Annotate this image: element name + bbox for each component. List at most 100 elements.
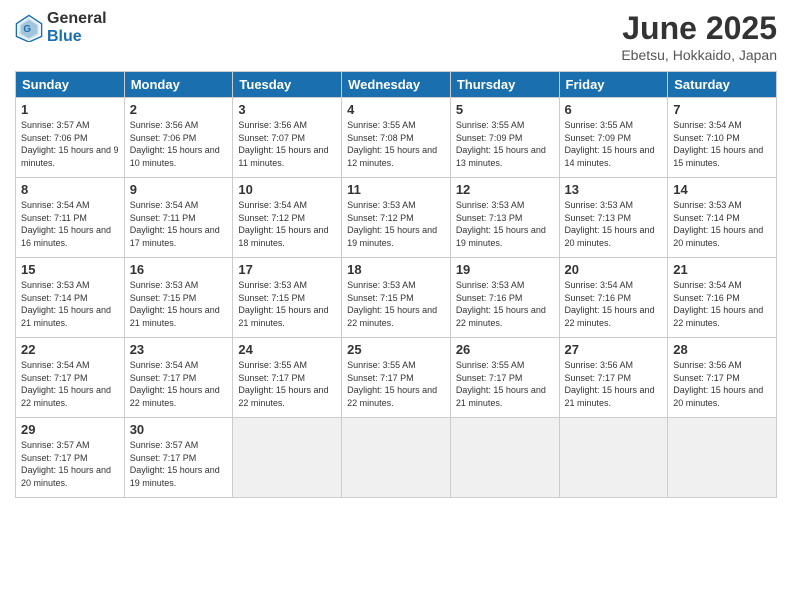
day-cell: 1 Sunrise: 3:57 AMSunset: 7:06 PMDayligh… [16,98,125,178]
day-number: 7 [673,102,771,117]
day-number: 9 [130,182,228,197]
day-info: Sunrise: 3:54 AMSunset: 7:11 PMDaylight:… [130,199,228,249]
day-cell: 25 Sunrise: 3:55 AMSunset: 7:17 PMDaylig… [342,338,451,418]
day-number: 14 [673,182,771,197]
day-info: Sunrise: 3:53 AMSunset: 7:16 PMDaylight:… [456,279,554,329]
day-info: Sunrise: 3:55 AMSunset: 7:17 PMDaylight:… [238,359,336,409]
day-info: Sunrise: 3:53 AMSunset: 7:15 PMDaylight:… [130,279,228,329]
day-info: Sunrise: 3:53 AMSunset: 7:13 PMDaylight:… [565,199,663,249]
logo: G General Blue [15,10,107,46]
day-info: Sunrise: 3:55 AMSunset: 7:17 PMDaylight:… [456,359,554,409]
day-cell: 17 Sunrise: 3:53 AMSunset: 7:15 PMDaylig… [233,258,342,338]
day-info: Sunrise: 3:56 AMSunset: 7:17 PMDaylight:… [673,359,771,409]
day-info: Sunrise: 3:53 AMSunset: 7:14 PMDaylight:… [673,199,771,249]
day-cell: 4 Sunrise: 3:55 AMSunset: 7:08 PMDayligh… [342,98,451,178]
day-cell: 13 Sunrise: 3:53 AMSunset: 7:13 PMDaylig… [559,178,668,258]
day-info: Sunrise: 3:54 AMSunset: 7:16 PMDaylight:… [673,279,771,329]
day-info: Sunrise: 3:55 AMSunset: 7:17 PMDaylight:… [347,359,445,409]
day-cell: 8 Sunrise: 3:54 AMSunset: 7:11 PMDayligh… [16,178,125,258]
location: Ebetsu, Hokkaido, Japan [621,47,777,63]
day-number: 29 [21,422,119,437]
day-info: Sunrise: 3:56 AMSunset: 7:07 PMDaylight:… [238,119,336,169]
day-cell: 5 Sunrise: 3:55 AMSunset: 7:09 PMDayligh… [450,98,559,178]
day-number: 25 [347,342,445,357]
day-cell: 26 Sunrise: 3:55 AMSunset: 7:17 PMDaylig… [450,338,559,418]
day-number: 23 [130,342,228,357]
day-cell: 20 Sunrise: 3:54 AMSunset: 7:16 PMDaylig… [559,258,668,338]
day-number: 8 [21,182,119,197]
calendar-header-row: Sunday Monday Tuesday Wednesday Thursday… [16,72,777,98]
table-row: 22 Sunrise: 3:54 AMSunset: 7:17 PMDaylig… [16,338,777,418]
day-number: 1 [21,102,119,117]
day-info: Sunrise: 3:54 AMSunset: 7:11 PMDaylight:… [21,199,119,249]
day-cell: 14 Sunrise: 3:53 AMSunset: 7:14 PMDaylig… [668,178,777,258]
day-info: Sunrise: 3:54 AMSunset: 7:17 PMDaylight:… [130,359,228,409]
day-number: 27 [565,342,663,357]
day-number: 11 [347,182,445,197]
day-number: 2 [130,102,228,117]
day-info: Sunrise: 3:53 AMSunset: 7:13 PMDaylight:… [456,199,554,249]
day-number: 19 [456,262,554,277]
empty-cell [233,418,342,498]
day-cell: 10 Sunrise: 3:54 AMSunset: 7:12 PMDaylig… [233,178,342,258]
day-cell: 6 Sunrise: 3:55 AMSunset: 7:09 PMDayligh… [559,98,668,178]
day-cell: 11 Sunrise: 3:53 AMSunset: 7:12 PMDaylig… [342,178,451,258]
day-info: Sunrise: 3:54 AMSunset: 7:17 PMDaylight:… [21,359,119,409]
svg-text:G: G [23,24,31,35]
day-cell: 23 Sunrise: 3:54 AMSunset: 7:17 PMDaylig… [124,338,233,418]
day-number: 21 [673,262,771,277]
day-number: 10 [238,182,336,197]
day-cell: 12 Sunrise: 3:53 AMSunset: 7:13 PMDaylig… [450,178,559,258]
col-friday: Friday [559,72,668,98]
day-info: Sunrise: 3:54 AMSunset: 7:16 PMDaylight:… [565,279,663,329]
day-info: Sunrise: 3:56 AMSunset: 7:17 PMDaylight:… [565,359,663,409]
day-cell: 27 Sunrise: 3:56 AMSunset: 7:17 PMDaylig… [559,338,668,418]
logo-icon: G [15,14,43,42]
header: G General Blue June 2025 Ebetsu, Hokkaid… [15,10,777,63]
day-number: 20 [565,262,663,277]
day-number: 16 [130,262,228,277]
day-info: Sunrise: 3:57 AMSunset: 7:17 PMDaylight:… [130,439,228,489]
table-row: 29 Sunrise: 3:57 AMSunset: 7:17 PMDaylig… [16,418,777,498]
day-info: Sunrise: 3:54 AMSunset: 7:12 PMDaylight:… [238,199,336,249]
day-cell: 3 Sunrise: 3:56 AMSunset: 7:07 PMDayligh… [233,98,342,178]
day-number: 24 [238,342,336,357]
day-number: 17 [238,262,336,277]
day-info: Sunrise: 3:53 AMSunset: 7:14 PMDaylight:… [21,279,119,329]
col-sunday: Sunday [16,72,125,98]
month-title: June 2025 [621,10,777,47]
day-cell: 16 Sunrise: 3:53 AMSunset: 7:15 PMDaylig… [124,258,233,338]
page: G General Blue June 2025 Ebetsu, Hokkaid… [0,0,792,612]
day-cell: 24 Sunrise: 3:55 AMSunset: 7:17 PMDaylig… [233,338,342,418]
day-number: 15 [21,262,119,277]
day-info: Sunrise: 3:56 AMSunset: 7:06 PMDaylight:… [130,119,228,169]
empty-cell [450,418,559,498]
day-number: 4 [347,102,445,117]
empty-cell [342,418,451,498]
day-cell: 29 Sunrise: 3:57 AMSunset: 7:17 PMDaylig… [16,418,125,498]
day-info: Sunrise: 3:55 AMSunset: 7:09 PMDaylight:… [456,119,554,169]
day-cell: 22 Sunrise: 3:54 AMSunset: 7:17 PMDaylig… [16,338,125,418]
table-row: 1 Sunrise: 3:57 AMSunset: 7:06 PMDayligh… [16,98,777,178]
day-number: 5 [456,102,554,117]
logo-blue: Blue [47,28,82,45]
day-number: 18 [347,262,445,277]
day-number: 13 [565,182,663,197]
day-cell: 19 Sunrise: 3:53 AMSunset: 7:16 PMDaylig… [450,258,559,338]
day-number: 22 [21,342,119,357]
day-cell: 30 Sunrise: 3:57 AMSunset: 7:17 PMDaylig… [124,418,233,498]
day-number: 26 [456,342,554,357]
empty-cell [559,418,668,498]
day-cell: 21 Sunrise: 3:54 AMSunset: 7:16 PMDaylig… [668,258,777,338]
col-wednesday: Wednesday [342,72,451,98]
day-info: Sunrise: 3:55 AMSunset: 7:09 PMDaylight:… [565,119,663,169]
day-cell: 28 Sunrise: 3:56 AMSunset: 7:17 PMDaylig… [668,338,777,418]
day-info: Sunrise: 3:57 AMSunset: 7:06 PMDaylight:… [21,119,119,169]
table-row: 8 Sunrise: 3:54 AMSunset: 7:11 PMDayligh… [16,178,777,258]
day-number: 28 [673,342,771,357]
day-info: Sunrise: 3:55 AMSunset: 7:08 PMDaylight:… [347,119,445,169]
day-info: Sunrise: 3:53 AMSunset: 7:12 PMDaylight:… [347,199,445,249]
table-row: 15 Sunrise: 3:53 AMSunset: 7:14 PMDaylig… [16,258,777,338]
day-number: 12 [456,182,554,197]
logo-general: General [47,10,107,27]
